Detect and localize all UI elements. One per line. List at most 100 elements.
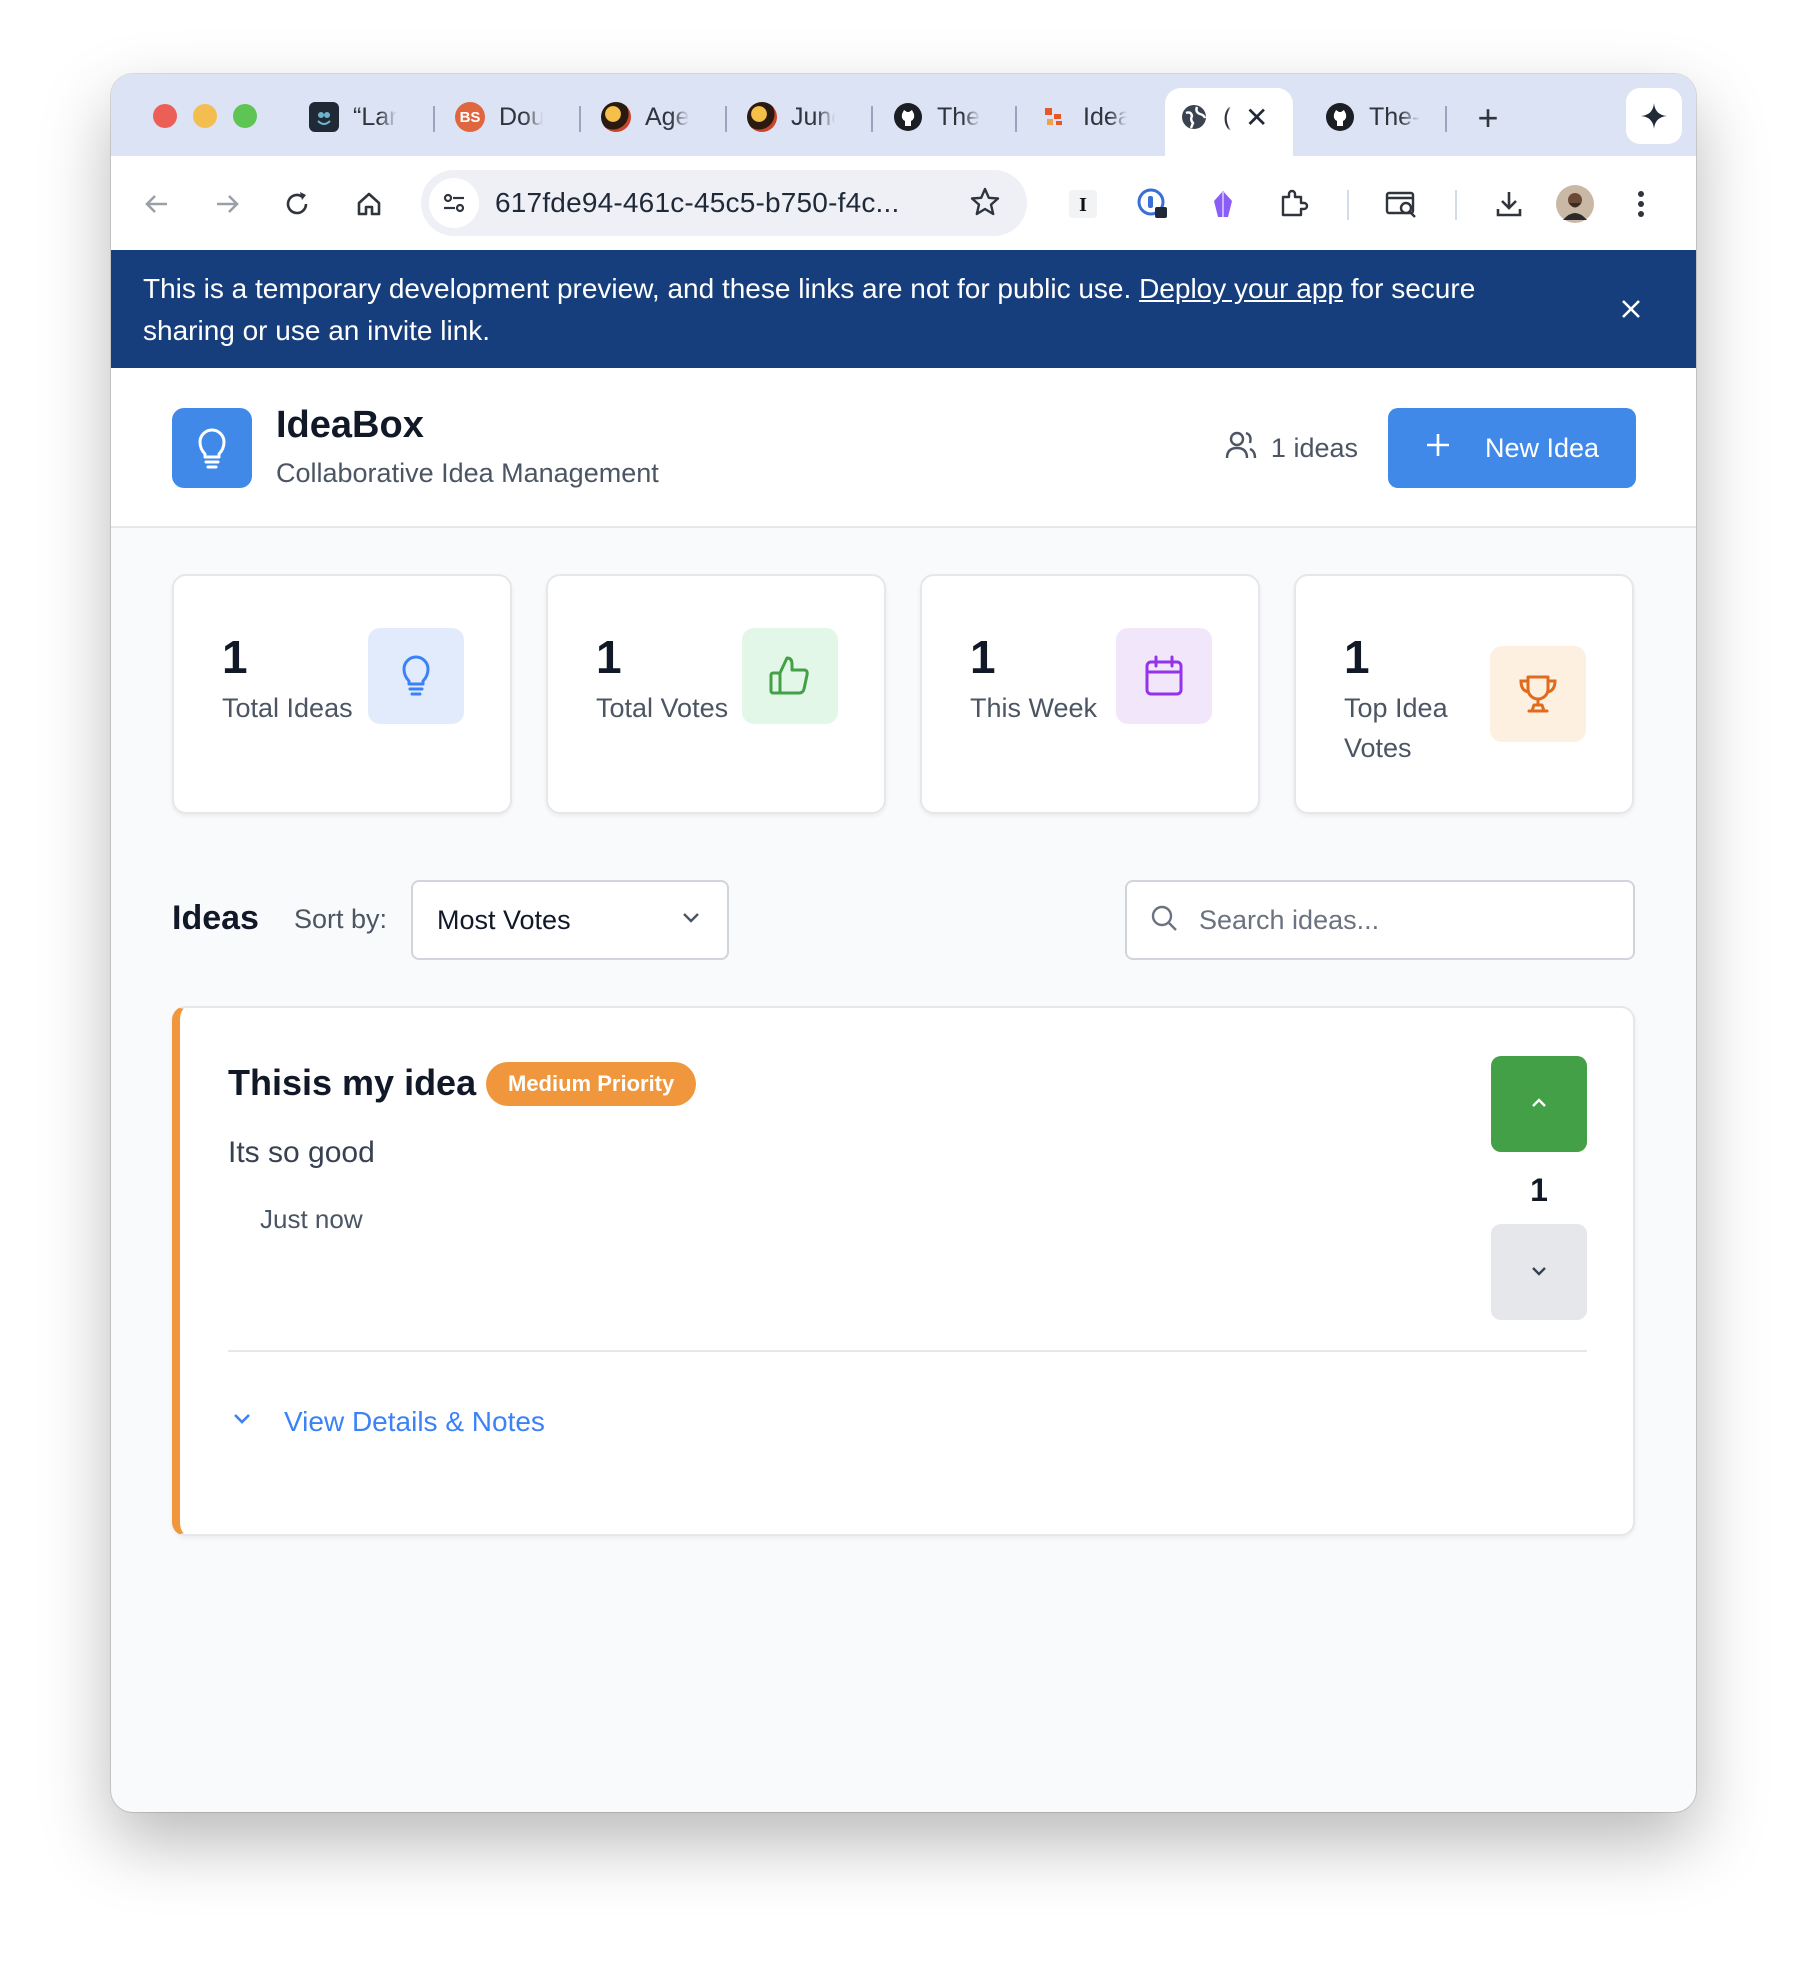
stat-value: 1 — [970, 631, 996, 683]
app-header: IdeaBox Collaborative Idea Management 1 … — [111, 368, 1696, 528]
idea-card: Thisis my idea Medium Priority Its so go… — [172, 1006, 1635, 1536]
home-icon[interactable] — [349, 184, 389, 224]
stat-card-this-week: 1 This Week — [920, 574, 1260, 814]
ideabox-favicon — [1039, 102, 1069, 132]
tab-title: ( — [1223, 102, 1231, 131]
stat-value: 1 — [596, 631, 622, 683]
extensions-puzzle-icon[interactable] — [1273, 184, 1313, 224]
upvote-button[interactable] — [1491, 1056, 1587, 1152]
browser-tab[interactable]: The- — [1311, 88, 1445, 146]
new-idea-button[interactable]: New Idea — [1388, 408, 1636, 488]
stat-value: 1 — [222, 631, 248, 683]
downvote-button[interactable] — [1491, 1224, 1587, 1320]
tab-title: The- — [1369, 102, 1421, 131]
gemini-sparkle-icon[interactable] — [1626, 88, 1682, 144]
new-idea-label: New Idea — [1484, 432, 1600, 463]
sort-value: Most Votes — [437, 904, 571, 935]
chevron-down-icon — [228, 1404, 256, 1439]
github-icon — [893, 102, 923, 132]
back-arrow-icon[interactable] — [137, 184, 177, 224]
extension-crystal-icon[interactable] — [1203, 184, 1243, 224]
orb-icon — [601, 102, 631, 132]
browser-tab-active[interactable]: ( ✕ — [1165, 88, 1293, 156]
chevron-down-icon — [1527, 1259, 1551, 1286]
browser-tab[interactable]: Ager — [587, 88, 703, 146]
globe-icon — [1179, 102, 1209, 132]
sort-label: Sort by: — [294, 904, 388, 934]
stat-value: 1 — [1344, 631, 1370, 683]
address-bar[interactable]: 617fde94-461c-45c5-b750-f4c... — [421, 170, 1027, 236]
maximize-window-button[interactable] — [233, 104, 257, 128]
thumbs-up-icon — [742, 628, 838, 724]
stat-label: Top Idea Votes — [1344, 693, 1448, 763]
lightbulb-icon — [368, 628, 464, 724]
banner-text: This is a temporary development preview,… — [143, 273, 1132, 304]
browser-toolbar: 617fde94-461c-45c5-b750-f4c... I — [111, 156, 1696, 250]
ideas-count: 1 ideas — [1225, 430, 1358, 467]
close-window-button[interactable] — [153, 104, 177, 128]
tab-separator — [1445, 106, 1447, 132]
instapaper-extension-icon[interactable]: I — [1063, 184, 1103, 224]
ideas-count-text: 1 ideas — [1270, 433, 1358, 463]
minimize-window-button[interactable] — [193, 104, 217, 128]
close-tab-icon[interactable]: ✕ — [1245, 101, 1268, 134]
tab-strip: “Lan BS Doul Ager June The — [111, 74, 1696, 156]
plus-icon — [1425, 432, 1451, 465]
orb-icon — [747, 102, 777, 132]
bookmark-star-icon[interactable] — [969, 186, 1001, 223]
browser-tab[interactable]: The — [879, 88, 995, 146]
tab-title: Doul — [499, 102, 543, 131]
download-icon[interactable] — [1489, 184, 1529, 224]
avatar[interactable] — [1555, 184, 1595, 224]
tab-title: Ager — [645, 102, 689, 131]
tab-title: “Lan — [353, 102, 397, 131]
url-text: 617fde94-461c-45c5-b750-f4c... — [495, 187, 900, 218]
bs-logo-icon: BS — [455, 102, 485, 132]
idea-title: Thisis my idea — [228, 1062, 477, 1103]
tab-title: June — [791, 102, 835, 131]
stat-label: This Week — [970, 693, 1098, 723]
new-tab-button[interactable]: + — [1466, 96, 1510, 140]
close-icon[interactable] — [1614, 292, 1648, 326]
owl-icon — [309, 102, 339, 132]
search-input[interactable] — [1199, 904, 1599, 936]
stat-card-total-votes: 1 Total Votes — [546, 574, 886, 814]
vote-count: 1 — [1530, 1172, 1548, 1208]
browser-tab[interactable]: Ideal — [1025, 88, 1141, 146]
card-divider — [228, 1350, 1587, 1352]
tab-separator — [725, 106, 727, 132]
tab-title: Ideal — [1083, 102, 1127, 131]
browser-tab[interactable]: BS Doul — [441, 88, 557, 146]
idea-description: Its so good — [228, 1136, 375, 1169]
tab-separator — [1015, 106, 1017, 132]
chevron-up-icon — [1527, 1091, 1551, 1118]
calendar-icon — [1116, 628, 1212, 724]
idea-timestamp: Just now — [260, 1204, 363, 1234]
more-menu-icon[interactable] — [1621, 184, 1661, 224]
deploy-app-link[interactable]: Deploy your app — [1139, 273, 1343, 304]
sort-select[interactable]: Most Votes — [411, 880, 729, 960]
chevron-down-icon — [679, 905, 703, 936]
github-icon — [1325, 102, 1355, 132]
tab-search-icon[interactable] — [1381, 184, 1421, 224]
browser-tab[interactable]: “Lan — [295, 88, 411, 146]
toolbar-divider — [1347, 190, 1349, 220]
password-manager-icon[interactable] — [1133, 184, 1173, 224]
search-box — [1125, 880, 1635, 960]
stat-card-top-idea-votes: 1 Top Idea Votes — [1294, 574, 1634, 814]
site-settings-icon[interactable] — [429, 178, 479, 228]
stat-label: Total Ideas — [222, 693, 353, 723]
app-subtitle: Collaborative Idea Management — [276, 458, 659, 488]
stat-label: Total Votes — [596, 693, 729, 723]
reload-icon[interactable] — [277, 184, 317, 224]
lightbulb-icon — [172, 408, 252, 488]
toolbar-divider — [1455, 190, 1457, 220]
browser-tab[interactable]: June — [733, 88, 849, 146]
tab-separator — [871, 106, 873, 132]
view-details-toggle[interactable]: View Details & Notes — [228, 1404, 545, 1439]
trophy-icon — [1490, 646, 1586, 742]
forward-arrow-icon[interactable] — [207, 184, 247, 224]
tab-title: The — [937, 102, 981, 131]
tab-separator — [579, 106, 581, 132]
svg-text:I: I — [1079, 194, 1087, 216]
